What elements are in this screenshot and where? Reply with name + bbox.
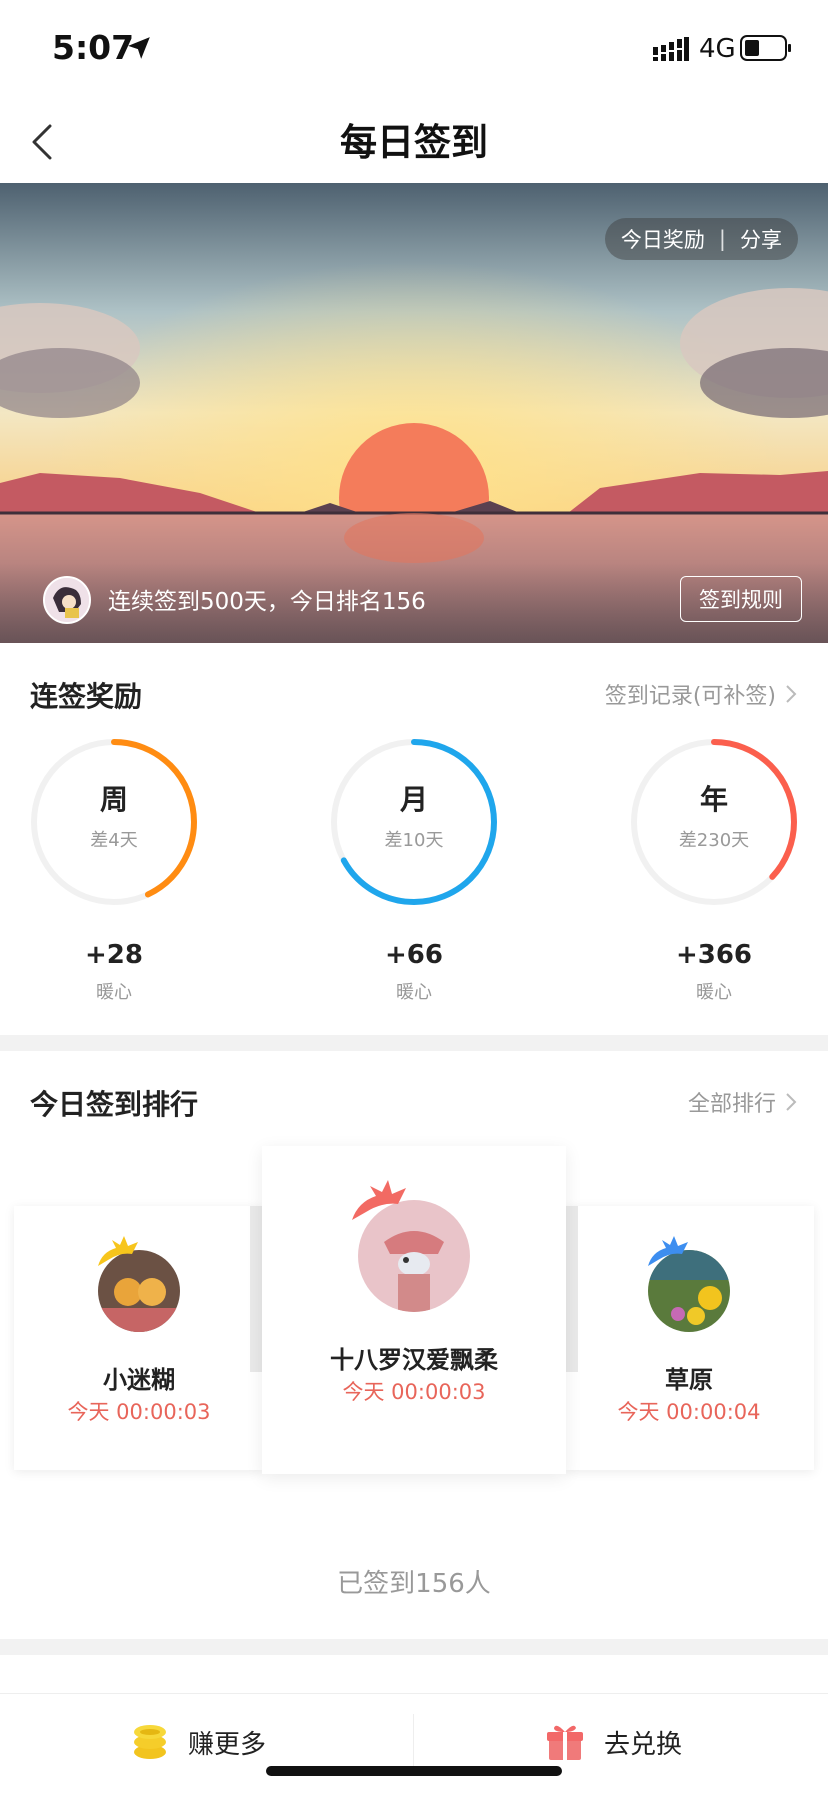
month-reward-unit: 暖心 — [396, 982, 432, 1003]
checkin-record-link[interactable]: 签到记录(可补签) — [605, 678, 798, 710]
page-title: 每日签到 — [340, 121, 488, 164]
chevron-right-icon — [786, 685, 797, 703]
crown-gold-icon — [98, 1236, 138, 1266]
network-type: 4G — [699, 34, 736, 64]
ring-week: 周 差4天 — [28, 736, 200, 912]
user-avatar[interactable] — [43, 576, 91, 624]
year-reward-unit: 暖心 — [696, 982, 732, 1003]
week-reward-amount: +28 — [85, 940, 143, 970]
bottom-divider — [413, 1714, 414, 1766]
ring-week-remaining: 差4天 — [90, 830, 138, 851]
status-time: 5:07 — [52, 28, 135, 67]
year-reward-amount: +366 — [675, 940, 753, 970]
rank-2-name: 小迷糊 — [103, 1366, 175, 1394]
rank-1-time: 今天 00:00:03 — [342, 1380, 486, 1404]
crown-red-icon — [352, 1180, 406, 1220]
ring-month: 月 差10天 — [328, 736, 500, 912]
all-ranking-link[interactable]: 全部排行 — [688, 1086, 798, 1118]
location-arrow-icon — [128, 37, 150, 59]
battery-icon — [740, 35, 791, 61]
today-reward-link[interactable]: 今日奖励 — [621, 224, 705, 254]
bottom-action-bar — [0, 1693, 828, 1793]
exchange-button[interactable]: 去兑换 — [546, 1722, 682, 1762]
next-section-card — [0, 1655, 828, 1695]
week-reward-unit: 暖心 — [96, 982, 132, 1003]
all-ranking-label: 全部排行 — [687, 1092, 776, 1117]
signed-count: 已签到156人 — [337, 1569, 491, 1599]
streak-rewards-title: 连签奖励 — [30, 680, 143, 713]
earn-more-label: 赚更多 — [188, 1729, 267, 1760]
chevron-right-icon — [786, 1093, 797, 1111]
rank-1-name: 十八罗汉爱飘柔 — [330, 1346, 498, 1374]
share-link[interactable]: 分享 — [740, 224, 782, 254]
signal-icon — [653, 37, 689, 61]
pill-separator: | — [718, 227, 726, 251]
rank-3-name: 草原 — [665, 1366, 713, 1394]
card-fold-right — [564, 1206, 578, 1372]
ring-month-period: 月 — [399, 783, 428, 816]
streak-text: 连续签到500天，今日排名156 — [108, 589, 426, 615]
month-reward-amount: +66 — [385, 940, 443, 970]
checkin-record-label: 签到记录(可补签) — [604, 684, 776, 709]
ring-year-period: 年 — [699, 783, 728, 816]
rank-2-time: 今天 00:00:03 — [67, 1400, 211, 1424]
ranking-title: 今日签到排行 — [30, 1088, 199, 1121]
user-avatar-image — [45, 578, 89, 622]
crown-blue-icon — [648, 1236, 688, 1266]
rank-3-time: 今天 00:00:04 — [617, 1400, 761, 1424]
exchange-label: 去兑换 — [604, 1729, 683, 1760]
ring-year-remaining: 差230天 — [678, 830, 750, 851]
coins-icon — [134, 1725, 166, 1759]
ring-year: 年 差230天 — [628, 736, 800, 912]
gift-icon — [547, 1725, 583, 1760]
ring-week-period: 周 — [99, 783, 128, 816]
earn-more-button[interactable]: 赚更多 — [132, 1722, 266, 1762]
ring-month-remaining: 差10天 — [384, 830, 444, 851]
checkin-rules-button[interactable]: 签到规则 — [680, 576, 802, 622]
home-indicator — [266, 1766, 562, 1776]
reward-share-pill: 今日奖励 | 分享 — [604, 218, 798, 260]
